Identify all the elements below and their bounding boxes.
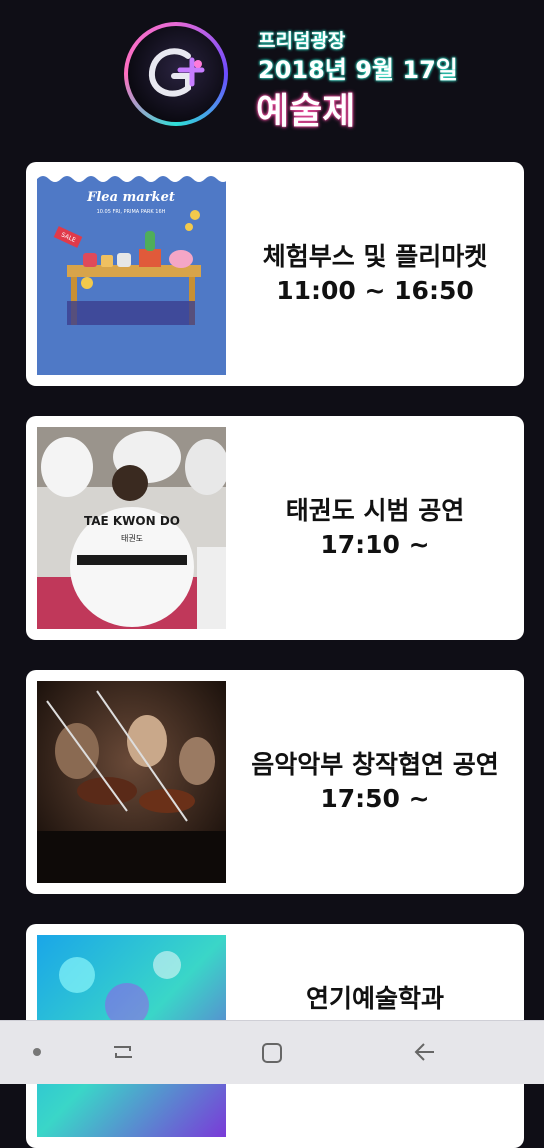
back-icon[interactable] xyxy=(412,1039,438,1065)
event-card-flea-market[interactable]: Flea market 10.05 FRI, PRIMA PARK 16H SA… xyxy=(26,162,524,386)
header: 프리덤광장 2018년 9월 17일 예술제 xyxy=(0,0,544,150)
event-name: 연기예술학과 xyxy=(305,984,444,1013)
event-time: 17:50 ~ xyxy=(320,784,430,813)
event-name: 체험부스 및 플리마켓 xyxy=(262,242,488,271)
event-card-music[interactable]: 음악악부 창작협연 공연 17:50 ~ xyxy=(26,670,524,894)
event-date: 2018년 9월 17일 xyxy=(258,56,458,84)
uniform-back-text: TAE KWON DO xyxy=(84,514,180,528)
flyer-title: Flea market xyxy=(86,190,175,205)
home-icon[interactable] xyxy=(260,1041,284,1065)
event-name: 태권도 시범 공연 xyxy=(285,496,465,525)
uniform-korean-text: 태권도 xyxy=(121,533,143,543)
event-name: 음악악부 창작협연 공연 xyxy=(251,750,499,779)
page-title: 예술제 xyxy=(256,91,356,132)
recent-apps-icon[interactable] xyxy=(110,1039,136,1065)
flyer-subtitle: 10.05 FRI, PRIMA PARK 16H xyxy=(97,209,166,215)
event-time: 17:10 ~ xyxy=(320,530,430,559)
festival-logo-icon xyxy=(124,22,228,126)
dot-icon[interactable] xyxy=(33,1048,41,1056)
flea-market-image: Flea market 10.05 FRI, PRIMA PARK 16H SA… xyxy=(37,173,226,375)
taekwondo-image: TAE KWON DO 태권도 xyxy=(37,427,226,629)
event-place: 프리덤광장 xyxy=(258,30,346,52)
event-card-taekwondo[interactable]: TAE KWON DO 태권도 태권도 시범 공연 17:10 ~ xyxy=(26,416,524,640)
system-navbar xyxy=(0,1020,544,1084)
event-time: 11:00 ~ 16:50 xyxy=(276,276,474,305)
orchestra-image xyxy=(37,681,226,883)
